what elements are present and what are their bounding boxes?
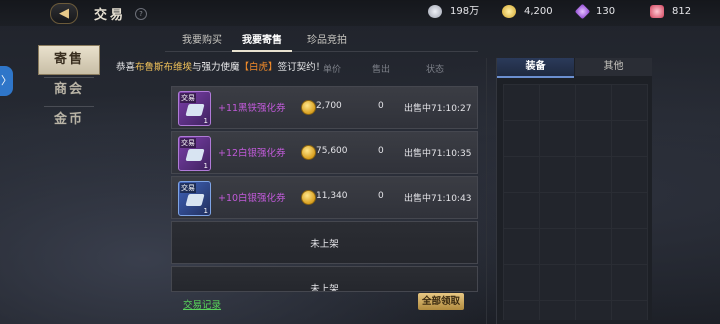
listing-row[interactable]: 交易 1 +12白银强化券 75,600 0 出售中71:10:35 — [171, 131, 478, 174]
gold-coin-icon — [502, 4, 516, 18]
back-arrow-icon: ◀ — [59, 6, 69, 21]
item-price: 75,600 — [316, 146, 348, 156]
help-icon[interactable]: ? — [135, 8, 147, 20]
tab-other[interactable]: 其他 — [575, 58, 652, 76]
gold-coin-icon — [301, 190, 316, 205]
currency-silver: 198万 — [428, 4, 479, 20]
back-button[interactable]: ◀ — [50, 3, 78, 24]
currency-purple-value: 130 — [596, 6, 616, 17]
item-qty: 1 — [203, 207, 208, 215]
trade-badge: 交易 — [180, 138, 196, 148]
currency-gold: 4,200 — [502, 4, 553, 20]
item-sold: 0 — [378, 101, 384, 111]
item-price: 11,340 — [316, 191, 348, 201]
enhance-ticket-icon: 交易 1 — [178, 181, 211, 216]
trade-badge: 交易 — [180, 93, 196, 103]
empty-slot-label: 未上架 — [310, 284, 339, 292]
enhance-ticket-icon: 交易 1 — [178, 91, 211, 126]
item-name: +11黑铁强化券 — [218, 103, 286, 114]
currency-red-value: 812 — [672, 6, 692, 17]
currency-red: 812 — [650, 4, 691, 20]
active-tab-indicator — [232, 50, 292, 52]
ticket-gem — [185, 149, 205, 161]
notice-prefix: 恭喜 — [116, 62, 136, 73]
currency-purple: 130 — [574, 3, 616, 20]
notice-suffix: 签订契约！ — [277, 62, 326, 73]
item-sold: 0 — [378, 191, 384, 201]
header-price: 单价 — [323, 65, 342, 75]
inventory-grid[interactable] — [503, 84, 648, 320]
ticket-gem — [185, 194, 205, 206]
empty-slot[interactable]: 未上架 — [171, 266, 478, 292]
currency-silver-value: 198万 — [450, 6, 480, 17]
silver-ingot-icon — [428, 4, 442, 18]
divider — [486, 58, 487, 324]
purple-gem-icon — [574, 3, 591, 19]
side-nav-gold[interactable]: 金币 — [39, 106, 99, 134]
item-qty: 1 — [203, 162, 208, 170]
item-status: 出售中71:10:43 — [404, 194, 472, 204]
trade-badge: 交易 — [180, 183, 196, 193]
listing-row[interactable]: 交易 1 +10白银强化券 11,340 0 出售中71:10:43 — [171, 176, 478, 219]
item-status: 出售中71:10:35 — [404, 149, 472, 159]
header-sold: 售出 — [372, 65, 391, 75]
tab-equipment[interactable]: 装备 — [497, 58, 574, 78]
item-sold: 0 — [378, 146, 384, 156]
side-expand-tab[interactable]: 〉 — [0, 66, 13, 96]
empty-slot-label: 未上架 — [310, 239, 339, 250]
ticket-gem — [185, 104, 205, 116]
tab-bar-line — [165, 51, 478, 52]
item-status: 出售中71:10:27 — [404, 104, 472, 114]
header-status: 状态 — [426, 65, 445, 75]
trade-records-link[interactable]: 交易记录 — [183, 297, 221, 311]
notice-beast: 【白虎】 — [239, 62, 278, 73]
item-price: 2,700 — [316, 101, 342, 111]
red-gem-icon — [650, 4, 664, 18]
tab-consign[interactable]: 我要寄售 — [232, 33, 292, 49]
gold-coin-icon — [301, 145, 316, 160]
notice-player: 布鲁斯布维埃 — [135, 62, 193, 73]
listing-row[interactable]: 交易 1 +11黑铁强化券 2,700 0 出售中71:10:27 — [171, 86, 478, 129]
gold-coin-icon — [301, 100, 316, 115]
empty-slot[interactable]: 未上架 — [171, 221, 478, 264]
claim-all-button[interactable]: 全部领取 — [418, 293, 464, 310]
item-name: +10白银强化券 — [218, 193, 286, 204]
tab-auction[interactable]: 珍品竞拍 — [297, 33, 357, 49]
enhance-ticket-icon: 交易 1 — [178, 136, 211, 171]
item-qty: 1 — [203, 117, 208, 125]
notice-middle: 与强力使魔 — [192, 62, 240, 73]
tab-buy[interactable]: 我要购买 — [172, 33, 232, 49]
side-nav-consign[interactable]: 寄售 — [39, 46, 99, 74]
side-nav-guild[interactable]: 商会 — [39, 76, 99, 104]
page-title: 交易 — [94, 8, 127, 23]
item-name: +12白银强化券 — [218, 148, 286, 159]
broadcast-notice: 恭喜布鲁斯布维埃与强力使魔【白虎】签订契约！ — [116, 59, 325, 73]
currency-gold-value: 4,200 — [524, 6, 553, 17]
